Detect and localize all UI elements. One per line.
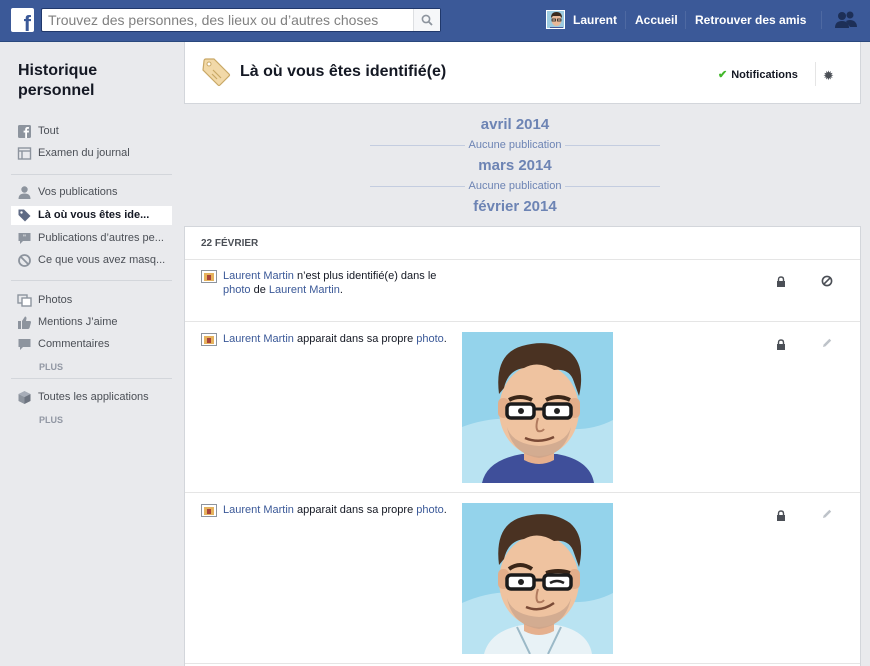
find-friends-link[interactable]: Retrouver des amis bbox=[695, 13, 806, 27]
block-icon[interactable] bbox=[821, 275, 833, 287]
sidebar-item-label: Tout bbox=[38, 125, 59, 137]
timeline-icon bbox=[17, 147, 32, 160]
photo-link[interactable]: photo bbox=[223, 284, 251, 296]
row-divider bbox=[185, 259, 860, 260]
comment-icon bbox=[18, 339, 31, 350]
gear-icon[interactable]: ✹ bbox=[823, 68, 834, 84]
sidebar-item-timeline-review[interactable]: Examen du journal bbox=[11, 144, 172, 163]
search-icon bbox=[421, 14, 433, 26]
sidebar-item-label: Ce que vous avez masq... bbox=[38, 254, 166, 266]
sidebar-item-label: Commentaires bbox=[38, 338, 110, 350]
sidebar-item-label: Photos bbox=[38, 294, 73, 306]
activity-list: 22 FÉVRIER Laurent Martin n’est plus ide… bbox=[184, 226, 861, 666]
user-avatar[interactable] bbox=[546, 10, 565, 29]
sidebar-item-label: Publications d’autres pe... bbox=[38, 232, 164, 244]
sidebar-item-all-apps[interactable]: Toutes les applications bbox=[11, 388, 172, 407]
top-navigation-bar: f Laurent Accueil Retrouver des amis bbox=[0, 0, 870, 42]
row-divider bbox=[185, 321, 860, 322]
sidebar-item-label: Examen du journal bbox=[38, 147, 130, 159]
nav-separator bbox=[685, 11, 686, 29]
lock-icon[interactable] bbox=[776, 339, 786, 350]
home-link[interactable]: Accueil bbox=[635, 13, 678, 27]
sidebar-item-likes[interactable]: Mentions J’aime bbox=[11, 313, 172, 332]
person-link[interactable]: Laurent Martin bbox=[269, 284, 340, 296]
sidebar-item-label: Là où vous êtes ide... bbox=[38, 209, 150, 221]
checkmark-icon: ✔ bbox=[718, 69, 728, 81]
lock-icon[interactable] bbox=[776, 276, 786, 287]
person-link[interactable]: Laurent Martin bbox=[223, 270, 294, 282]
month-label[interactable]: février 2014 bbox=[370, 198, 660, 215]
sidebar-divider bbox=[11, 378, 172, 379]
sidebar-item-tagged[interactable]: Là où vous êtes ide... bbox=[11, 206, 172, 225]
nav-separator bbox=[625, 11, 626, 29]
no-posts-note: Aucune publication bbox=[465, 180, 565, 192]
activity-text-part: apparait dans sa propre bbox=[293, 333, 417, 345]
search-box bbox=[41, 8, 441, 32]
sidebar-item-comments[interactable]: Commentaires bbox=[11, 335, 172, 354]
tag-icon bbox=[18, 209, 31, 222]
sidebar-item-photos[interactable]: Photos bbox=[11, 291, 172, 310]
page-title: Là où vous êtes identifié(e) bbox=[240, 63, 447, 80]
activity-text-part: apparait dans sa propre bbox=[293, 504, 417, 516]
tagged-photo[interactable] bbox=[462, 503, 613, 654]
sidebar-item-label: Vos publications bbox=[38, 186, 118, 198]
sidebar-item-label: Toutes les applications bbox=[38, 391, 149, 403]
person-link[interactable]: Laurent Martin bbox=[223, 333, 294, 345]
price-tag-icon bbox=[202, 58, 231, 87]
month-label[interactable]: mars 2014 bbox=[370, 157, 660, 174]
hidden-icon bbox=[18, 254, 31, 267]
activity-text: Laurent Martin apparait dans sa propre p… bbox=[223, 332, 448, 346]
sidebar-item-your-posts[interactable]: Vos publications bbox=[11, 183, 172, 202]
row-divider bbox=[185, 492, 860, 493]
person-link[interactable]: Laurent Martin bbox=[223, 504, 294, 516]
photo-tag-icon bbox=[201, 333, 217, 346]
sidebar-divider bbox=[11, 174, 172, 175]
friend-requests-icon[interactable] bbox=[834, 10, 858, 30]
activity-text-part: . bbox=[443, 504, 447, 516]
photo-link[interactable]: photo bbox=[416, 504, 444, 516]
activity-text: Laurent Martin apparait dans sa propre p… bbox=[223, 503, 448, 517]
photos-icon bbox=[17, 294, 32, 307]
page-header: Là où vous êtes identifié(e) ✔ Notificati… bbox=[184, 42, 861, 104]
sidebar-item-all[interactable]: Tout bbox=[11, 122, 172, 141]
row-divider bbox=[185, 663, 860, 664]
day-header: 22 FÉVRIER bbox=[201, 238, 259, 249]
header-separator bbox=[815, 62, 816, 86]
speech-bubble-icon: " bbox=[18, 233, 31, 244]
photo-tag-icon bbox=[201, 504, 217, 517]
more-link[interactable]: PLUS bbox=[39, 362, 63, 372]
sidebar-item-hidden[interactable]: Ce que vous avez masq... bbox=[11, 251, 172, 270]
search-button[interactable] bbox=[413, 9, 440, 31]
more-link[interactable]: PLUS bbox=[39, 415, 63, 425]
edit-pencil-icon[interactable] bbox=[821, 508, 833, 520]
facebook-icon bbox=[18, 125, 31, 138]
photo-tag-icon bbox=[201, 270, 217, 283]
notifications-label: Notifications bbox=[731, 69, 798, 81]
activity-text-part: de bbox=[250, 284, 269, 296]
nav-separator bbox=[821, 11, 822, 29]
activity-text-part: n’est plus identifié(e) dans le bbox=[293, 270, 437, 282]
activity-text-part: . bbox=[339, 284, 343, 296]
search-input[interactable] bbox=[42, 9, 414, 31]
svg-text:": " bbox=[23, 234, 26, 242]
month-label[interactable]: avril 2014 bbox=[370, 116, 660, 133]
sidebar-item-others-posts[interactable]: " Publications d’autres pe... bbox=[11, 229, 172, 248]
no-posts-note: Aucune publication bbox=[465, 139, 565, 151]
notifications-button[interactable]: ✔ Notifications bbox=[718, 68, 798, 81]
activity-text-part: . bbox=[443, 333, 447, 345]
sidebar-item-label: Mentions J’aime bbox=[38, 316, 118, 328]
tagged-photo[interactable] bbox=[462, 332, 613, 483]
facebook-logo[interactable]: f bbox=[11, 8, 34, 32]
photo-link[interactable]: photo bbox=[416, 333, 444, 345]
person-icon bbox=[18, 186, 31, 199]
like-icon bbox=[18, 316, 31, 329]
activity-text: Laurent Martin n’est plus identifié(e) d… bbox=[223, 269, 448, 297]
sidebar-title: Historique personnel bbox=[18, 62, 98, 99]
sidebar-divider bbox=[11, 280, 172, 281]
profile-link[interactable]: Laurent bbox=[573, 13, 617, 27]
apps-icon bbox=[18, 391, 31, 404]
lock-icon[interactable] bbox=[776, 510, 786, 521]
edit-pencil-icon[interactable] bbox=[821, 337, 833, 349]
